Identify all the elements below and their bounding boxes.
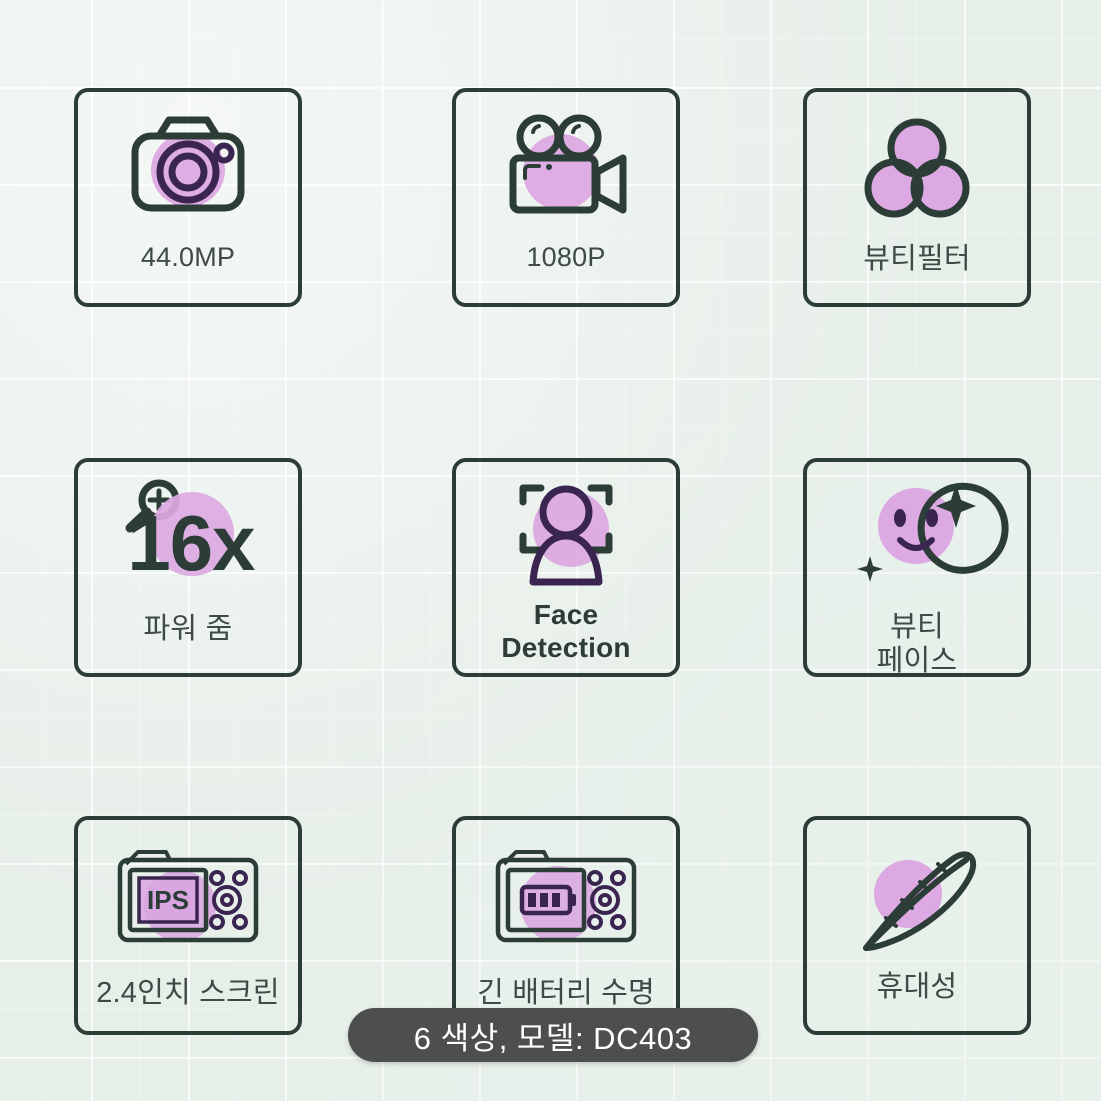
feature-tile-beauty-filter[interactable]: 뷰티필터 [803,88,1031,307]
feature-label: 뷰티필터 [863,243,971,275]
feature-label: 뷰티 페이스 [876,611,958,678]
smiley-sparkle-icon [807,472,1027,608]
feature-label: 2.4인치 스크린 [96,977,280,1009]
zoom-value: 16x [127,499,255,587]
svg-text:IPS: IPS [147,885,189,915]
feature-tile-beauty-face[interactable]: 뷰티 페이스 [803,458,1031,677]
feature-label: 파워 줌 [143,613,233,645]
feature-tile-face-detection[interactable]: Face Detection [452,458,680,677]
feather-icon [807,834,1027,966]
feature-tile-megapixels[interactable]: 44.0MP [74,88,302,307]
color-circles-icon [807,106,1027,238]
feature-label: 휴대성 [876,971,958,1003]
feature-label: 1080P [526,242,606,272]
banner-text: 6 색상, 모델: DC403 [413,1020,693,1056]
feature-tile-battery[interactable]: 긴 배터리 수명 [452,816,680,1035]
feature-tile-portability[interactable]: 휴대성 [803,816,1031,1035]
feature-label: 44.0MP [140,242,236,272]
feature-tile-screen[interactable]: IPS 2.4인치 스크린 [74,816,302,1035]
camcorder-icon [456,106,676,238]
feature-label: 긴 배터리 수명 [477,977,655,1009]
feature-tile-video[interactable]: 1080P [452,88,680,307]
camera-back-ips-icon: IPS [78,834,298,966]
feature-grid: 44.0MP 1080P 뷰티필터 16x 파워 줌 Face Detectio… [0,0,1101,1101]
feature-label: Face Detection [501,599,631,664]
camera-icon [78,106,298,238]
camera-back-battery-icon [456,834,676,966]
face-frame-icon [456,472,676,596]
feature-tile-power-zoom[interactable]: 16x 파워 줌 [74,458,302,677]
model-banner: 6 색상, 모델: DC403 [348,1008,758,1062]
